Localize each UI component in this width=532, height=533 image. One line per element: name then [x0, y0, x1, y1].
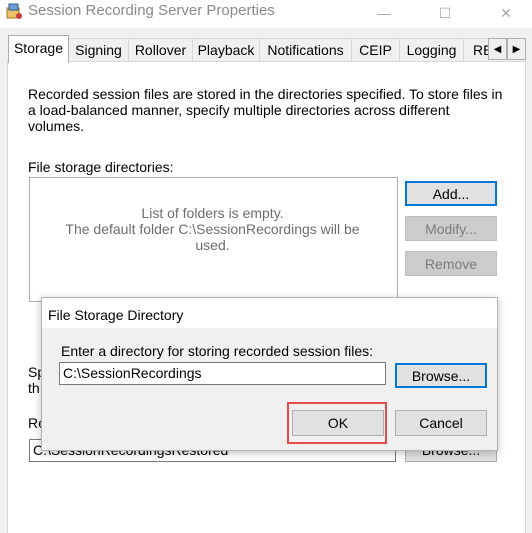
- file-storage-directory-dialog: File Storage Directory Enter a directory…: [41, 297, 498, 451]
- minimize-button[interactable]: —: [363, 0, 405, 26]
- modify-button[interactable]: Modify...: [405, 216, 497, 241]
- tab-rollover[interactable]: Rollover: [128, 38, 193, 61]
- close-button[interactable]: ✕: [485, 0, 527, 26]
- window-title: Session Recording Server Properties: [28, 2, 275, 19]
- tab-scroll-right-icon[interactable]: ▶: [507, 38, 526, 60]
- storage-description: Recorded session files are stored in the…: [28, 86, 503, 134]
- title-bar: Session Recording Server Properties — ☐ …: [0, 0, 532, 28]
- cancel-button[interactable]: Cancel: [395, 410, 487, 436]
- tab-scroll-left-icon[interactable]: ◀: [488, 38, 507, 60]
- app-icon: [6, 3, 22, 19]
- empty-message-line1: List of folders is empty.: [141, 205, 284, 221]
- file-storage-label: File storage directories:: [28, 159, 174, 175]
- maximize-button[interactable]: ☐: [424, 0, 466, 26]
- tab-storage[interactable]: Storage: [8, 35, 69, 63]
- dialog-title-bar: File Storage Directory: [42, 298, 497, 328]
- tab-notifications[interactable]: Notifications: [259, 38, 352, 61]
- empty-message-line2: The default folder C:\SessionRecordings …: [65, 221, 360, 253]
- directory-input[interactable]: C:\SessionRecordings: [59, 362, 386, 385]
- add-button[interactable]: Add...: [405, 181, 497, 206]
- partial-label-th: th: [28, 380, 40, 396]
- dialog-prompt: Enter a directory for storing recorded s…: [61, 343, 374, 359]
- tab-signing[interactable]: Signing: [68, 38, 129, 61]
- empty-list-message: List of folders is empty. The default fo…: [30, 205, 395, 253]
- dialog-browse-button[interactable]: Browse...: [395, 363, 487, 388]
- dialog-title: File Storage Directory: [48, 307, 184, 323]
- remove-button[interactable]: Remove: [405, 251, 497, 276]
- ok-highlight-box: [287, 402, 387, 444]
- tab-playback[interactable]: Playback: [192, 38, 260, 61]
- tab-logging[interactable]: Logging: [399, 38, 464, 61]
- tab-ceip[interactable]: CEIP: [351, 38, 400, 61]
